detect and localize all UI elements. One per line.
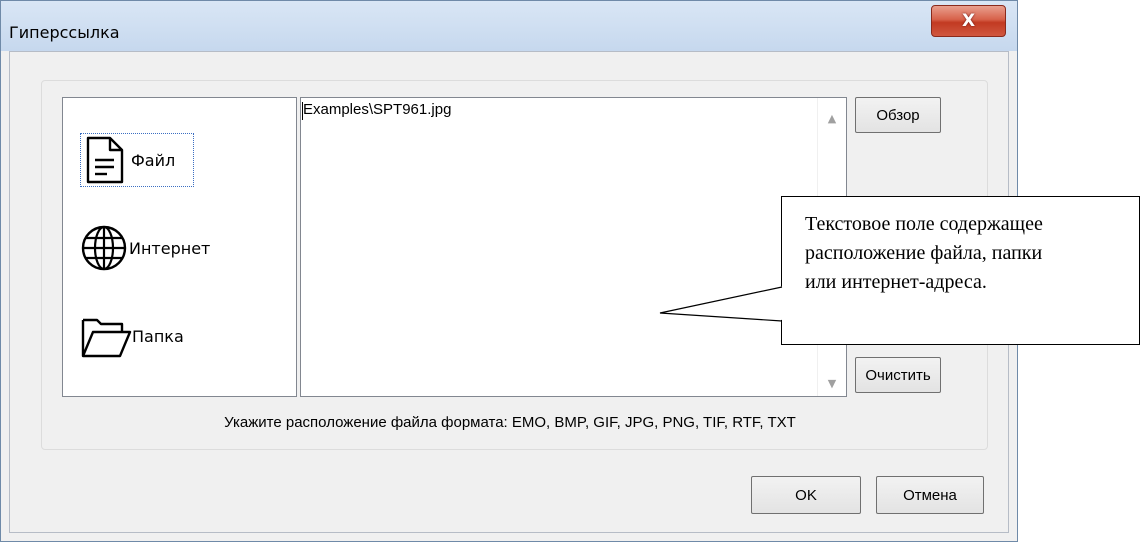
link-type-internet[interactable]: Интернет bbox=[80, 223, 210, 273]
folder-icon bbox=[80, 312, 132, 360]
file-icon bbox=[82, 136, 126, 184]
scroll-down-icon[interactable]: ▼ bbox=[818, 377, 846, 390]
link-type-list: Файл Интернет Папка bbox=[62, 97, 297, 397]
browse-button[interactable]: Обзор bbox=[855, 97, 941, 133]
format-hint: Укажите расположение файла формата: EMO,… bbox=[224, 414, 796, 431]
title-bar[interactable]: Гиперссылка X bbox=[1, 1, 1017, 51]
link-type-file-label: Файл bbox=[131, 150, 176, 170]
close-button[interactable]: X bbox=[931, 5, 1006, 37]
ok-button[interactable]: OK bbox=[751, 476, 861, 514]
callout-annotation: Текстовое поле содержащее расположение ф… bbox=[781, 196, 1140, 345]
close-icon: X bbox=[961, 11, 976, 31]
link-type-internet-label: Интернет bbox=[129, 238, 211, 258]
link-type-file[interactable]: Файл bbox=[80, 133, 194, 187]
scroll-up-icon[interactable]: ▲ bbox=[818, 112, 846, 125]
globe-icon bbox=[80, 224, 128, 272]
path-textarea[interactable]: Examples\SPT961.jpg ▲ ▼ bbox=[300, 97, 847, 397]
cancel-button[interactable]: Отмена bbox=[876, 476, 984, 514]
clear-button[interactable]: Очистить bbox=[855, 357, 941, 393]
callout-line-1: Текстовое поле содержащее bbox=[805, 213, 1043, 235]
path-value: Examples\SPT961.jpg bbox=[303, 101, 452, 118]
window-title: Гиперссылка bbox=[9, 23, 120, 42]
callout-line-2: расположение файла, папки bbox=[805, 242, 1043, 264]
callout-line-3: или интернет-адреса. bbox=[805, 271, 987, 293]
link-type-folder[interactable]: Папка bbox=[80, 310, 184, 362]
callout-pointer bbox=[659, 286, 783, 322]
link-type-folder-label: Папка bbox=[132, 326, 184, 346]
